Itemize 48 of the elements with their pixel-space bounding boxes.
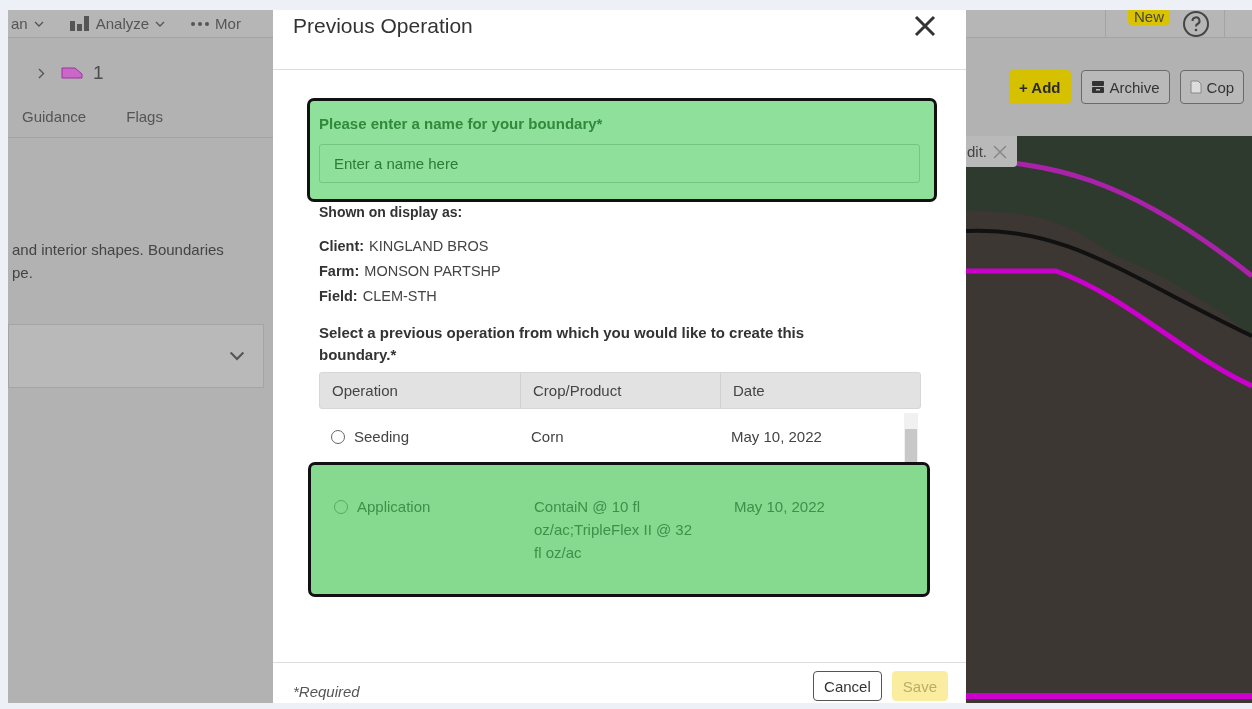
chevron-down-icon (33, 20, 44, 27)
required-note: *Required (293, 683, 360, 700)
breadcrumb-label[interactable]: 1 (93, 62, 104, 84)
dialog-title: Previous Operation (293, 13, 473, 38)
field-label: Please enter a name for your boundary* (319, 115, 604, 132)
detail-value: KINGLAND BROS (369, 238, 489, 254)
nav-menu-item[interactable]: Mor (191, 15, 241, 32)
detail-label: Field: (319, 288, 358, 304)
description-text: and interior shapes. Boundaries pe. (12, 240, 225, 283)
more-icon (191, 21, 210, 26)
detail-value: CLEM-STH (362, 288, 437, 304)
table-cell-text: May 10, 2022 (731, 427, 822, 447)
toolbar-button[interactable]: Cop (1179, 70, 1245, 104)
chevron-down-icon (229, 351, 245, 361)
tooltip-text: dit. (967, 143, 987, 160)
column-header: Date (720, 373, 920, 408)
document-icon (1189, 80, 1202, 94)
table-row[interactable]: Seeding Corn May 10, 2022 (319, 417, 921, 462)
detail-label: Client: (319, 238, 365, 254)
close-button[interactable] (914, 14, 936, 37)
table-cell-text: Application (357, 497, 431, 517)
column-header: Operation (331, 381, 399, 401)
chevron-right-icon (38, 67, 45, 79)
detail-label: Farm: (319, 263, 360, 279)
dialog-button[interactable]: Cancel (813, 671, 882, 701)
nav-menu-item[interactable]: Analyze (69, 15, 166, 32)
close-icon (914, 14, 936, 37)
name-input-field[interactable]: Enter a name here (319, 144, 920, 183)
tab[interactable]: Guidance (22, 108, 87, 125)
table-cell-text: Seeding (354, 427, 410, 447)
field-shape-icon (61, 67, 83, 79)
table-cell-text: May 10, 2022 (734, 497, 825, 517)
chevron-down-icon (155, 20, 166, 27)
nav-menu-item[interactable]: an (11, 15, 44, 32)
bar-chart-icon (69, 16, 90, 31)
detail-value: MONSON PARTSHP (364, 263, 501, 279)
help-icon[interactable] (1182, 10, 1210, 38)
table-cell-text: Corn (531, 427, 564, 447)
tab[interactable]: Flags (126, 108, 163, 125)
table-cell-text: ContaiN @ 10 fl oz/ac;TripleFlex II @ 32 fl oz/ac (534, 497, 694, 563)
toolbar-button[interactable]: + Add (1009, 70, 1071, 104)
highlighted-table-row[interactable]: Application ContaiN @ 10 fl oz/ac;TripleFlex II @ 32 fl oz/ac May 10, 2022 (308, 462, 930, 597)
archive-box-icon (1090, 80, 1105, 94)
toolbar-button[interactable]: Archive (1080, 70, 1170, 104)
display-heading: Shown on display as: (319, 204, 464, 220)
instruction-text: Select a previous operation from which you would like to create this boundary.* (319, 323, 806, 365)
column-header: Crop/Product (520, 373, 720, 408)
new-badge: New (1128, 10, 1170, 25)
